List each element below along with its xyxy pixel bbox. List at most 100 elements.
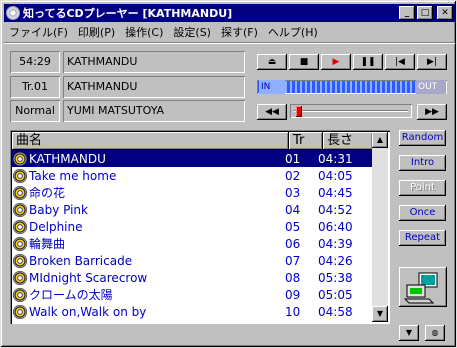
track-row-title: Baby Pink [29,202,88,217]
track-row-number: 09 [285,287,301,302]
track-rows: KATHMANDU 01 04:31 Take me home 02 04:05 命の花 03… [12,150,373,320]
globe-icon: ◍ [431,328,439,337]
seek-groove [294,110,408,112]
track-row[interactable]: Broken Barricade 07 04:26 [12,252,373,269]
track-row-title: MIdnight Scarecrow [29,270,148,285]
minimize-button[interactable]: _ [399,6,415,20]
previous-track-button[interactable]: |◀ [385,54,415,70]
track-row-length: 04:39 [318,236,353,251]
close-button[interactable]: ✕ [437,6,453,20]
play-button[interactable]: ▶ [321,54,351,70]
menu-bar: ファイル(F) 印刷(P) 操作(C) 設定(S) 探す(F) ヘルプ(H) [4,23,455,41]
column-header-track[interactable]: Tr [289,132,323,150]
web-search-button[interactable]: ◍ [425,325,445,341]
collapse-button[interactable]: ▼ [399,325,419,341]
menu-print[interactable]: 印刷(P) [73,24,120,40]
menu-file[interactable]: ファイル(F) [4,24,73,40]
menu-settings[interactable]: 設定(S) [168,24,216,40]
seek-slider[interactable] [290,104,412,118]
level-in-label: IN [259,80,285,94]
cd-app-icon[interactable] [6,6,20,20]
track-row-title: KATHMANDU [29,151,106,166]
level-bar[interactable]: IN OUT [257,80,447,94]
track-row-title: 輪舞曲 [29,237,66,251]
track-row-length: 04:58 [318,304,353,319]
cd-disc-icon [13,287,27,302]
track-row[interactable]: MIdnight Scarecrow 08 05:38 [12,269,373,286]
title-bar[interactable]: 知ってるCDプレーヤー [KATHMANDU] _ □ ✕ [4,4,455,22]
cd-disc-icon [13,151,27,166]
track-row-number: 08 [285,270,301,285]
chevron-down-icon: ▼ [405,328,413,337]
track-row-title: Delphine [29,219,83,234]
play-icon: ▶ [332,57,340,67]
track-row[interactable]: 命の花 03 04:45 [12,184,373,201]
skip-back-icon: |◀ [395,57,405,67]
track-row[interactable]: Delphine 05 06:40 [12,218,373,235]
eject-button[interactable]: ⏏ [257,54,287,70]
maximize-button[interactable]: □ [417,6,433,20]
stop-icon: ■ [299,57,309,67]
skip-forward-icon: ▶| [427,57,437,67]
track-row[interactable]: クロームの太陽 09 05:05 [12,286,373,303]
track-list[interactable]: 曲名 Tr 長さ KATHMANDU 01 04:31 Take me home 02 0… [10,130,390,324]
track-row-number: 10 [285,304,301,319]
track-row-length: 04:31 [318,151,353,166]
once-button[interactable]: Once [399,205,446,221]
track-row-length: 04:52 [318,202,353,217]
track-row-number: 01 [285,151,301,166]
track-row-title: クロームの太陽 [29,288,113,302]
cd-disc-icon [13,270,27,285]
track-title-display: KATHMANDU [63,76,245,98]
vertical-scrollbar[interactable]: ▲ ▼ [372,132,388,322]
track-row-number: 04 [285,202,301,217]
track-row[interactable]: Baby Pink 04 04:52 [12,201,373,218]
track-row-number: 05 [285,219,301,234]
rewind-icon: ◀◀ [265,107,279,117]
computer-icon-button[interactable] [399,267,447,307]
track-row[interactable]: KATHMANDU 01 04:31 [12,150,373,167]
track-row-length: 05:38 [318,270,353,285]
pause-button[interactable]: ❚❚ [353,54,383,70]
random-button[interactable]: Random [399,130,446,146]
track-row-number: 03 [285,185,301,200]
track-row-number: 06 [285,236,301,251]
column-header-title[interactable]: 曲名 [12,132,289,150]
cd-disc-icon [13,202,27,217]
menu-help[interactable]: ヘルプ(H) [263,24,323,40]
track-row-length: 04:05 [318,168,353,183]
scroll-up-button[interactable]: ▲ [372,132,388,148]
rewind-button[interactable]: ◀◀ [257,104,287,120]
menu-operation[interactable]: 操作(C) [120,24,168,40]
track-row[interactable]: Walk on,Walk on by 10 04:58 [12,303,373,320]
cd-disc-icon [13,168,27,183]
total-time-display: 54:29 [10,51,60,73]
menu-separator [4,42,455,44]
album-title-display: KATHMANDU [63,51,245,73]
track-row-title: Take me home [29,168,117,183]
track-row[interactable]: 輪舞曲 06 04:39 [12,235,373,252]
menu-search[interactable]: 探す(F) [216,24,263,40]
track-row-number: 02 [285,168,301,183]
stop-button[interactable]: ■ [289,54,319,70]
computer-icon [403,272,438,304]
fast-forward-icon: ▶▶ [425,107,439,117]
track-row-length: 04:45 [318,185,353,200]
column-header-length[interactable]: 長さ [323,132,373,150]
cd-disc-icon [13,304,27,319]
next-track-button[interactable]: ▶| [417,54,447,70]
fast-forward-button[interactable]: ▶▶ [417,104,447,120]
scroll-down-button[interactable]: ▼ [372,306,388,322]
repeat-button[interactable]: Repeat [399,230,446,246]
app-window: 知ってるCDプレーヤー [KATHMANDU] _ □ ✕ ファイル(F) 印刷… [0,0,457,348]
cd-disc-icon [13,253,27,268]
cd-disc-icon [13,236,27,251]
track-row-title: 命の花 [29,186,66,200]
seek-thumb[interactable] [296,106,303,117]
track-row[interactable]: Take me home 02 04:05 [12,167,373,184]
track-row-title: Walk on,Walk on by [29,304,147,319]
intro-button[interactable]: Intro [399,155,446,171]
track-number-display: Tr.01 [10,76,60,98]
point-button[interactable]: Point [399,180,446,196]
cd-disc-icon [13,185,27,200]
